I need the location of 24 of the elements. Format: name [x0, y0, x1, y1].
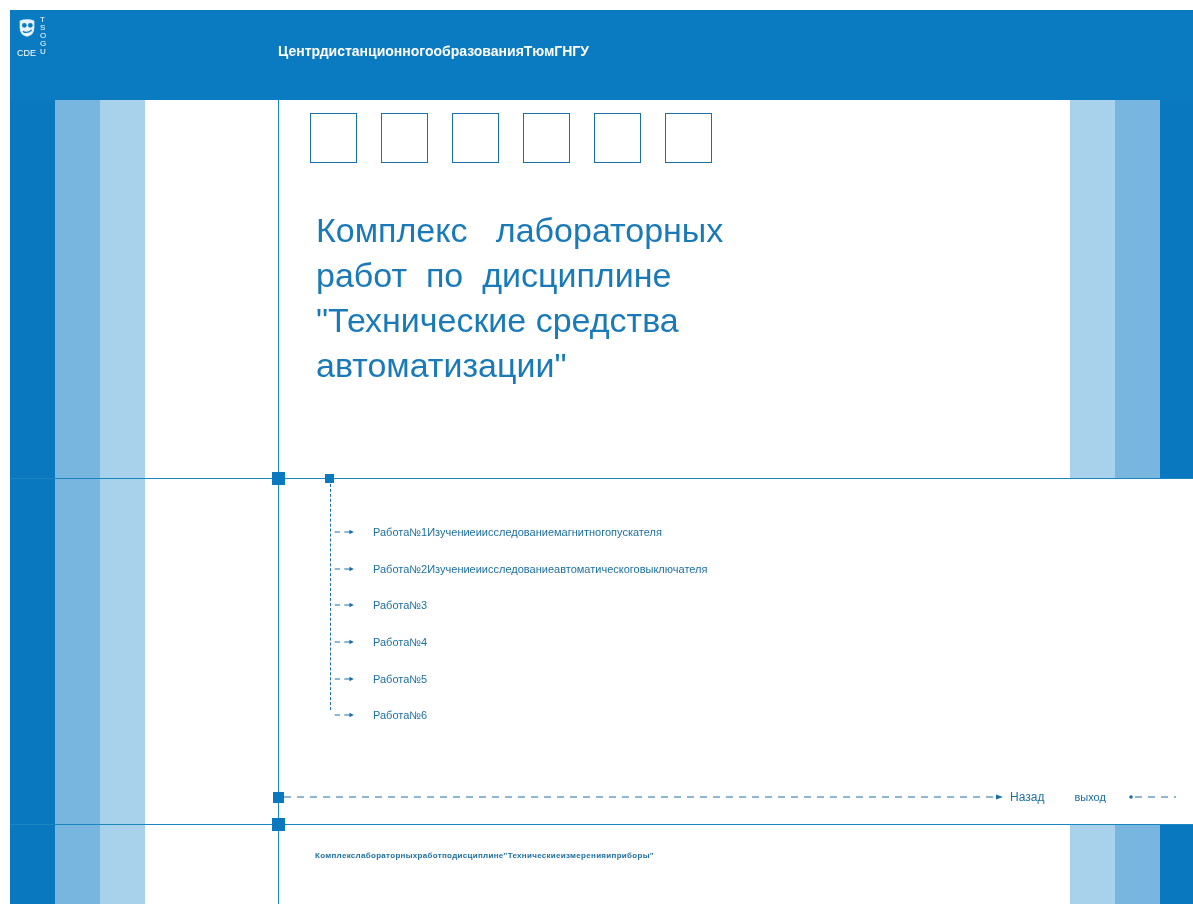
empty-frame [594, 113, 641, 163]
work-link[interactable]: Работа№3 [373, 599, 428, 612]
empty-frame [665, 113, 712, 163]
node-marker-icon [272, 472, 285, 485]
back-link[interactable]: Назад [1010, 790, 1045, 804]
empty-frame [310, 113, 357, 163]
work-link[interactable]: Работа№4 [373, 636, 428, 649]
dashed-line-end [1127, 793, 1176, 801]
empty-frame [381, 113, 428, 163]
exit-link[interactable]: выход [1074, 791, 1106, 803]
node-marker-icon [325, 474, 334, 483]
logo-text: CDE [17, 48, 36, 58]
empty-frame [523, 113, 570, 163]
work-link[interactable]: Работа№2Изучениеиисследованиеавтоматическоговыключателя [373, 562, 708, 575]
header-title: ЦентрдистанционногообразованияТюмГНГУ [278, 43, 589, 59]
work-link[interactable]: Работа№6 [373, 709, 428, 722]
node-marker-icon [273, 791, 284, 803]
node-marker-icon [272, 818, 285, 831]
footer-text: Комплекслабораторныхработподисциплине"Техническиеизмеренияиприборы" [315, 851, 654, 860]
empty-frame [452, 113, 499, 163]
work-link[interactable]: Работа№5 [373, 672, 428, 685]
course-title: Комплекс лабораторных работ по дисциплине "Технические средства автоматизации" [316, 210, 724, 386]
work-link[interactable]: Работа№1Изучениеиисследованиемагнитногопускателя [373, 526, 662, 539]
logo-side-text: TSOGU [40, 16, 45, 58]
